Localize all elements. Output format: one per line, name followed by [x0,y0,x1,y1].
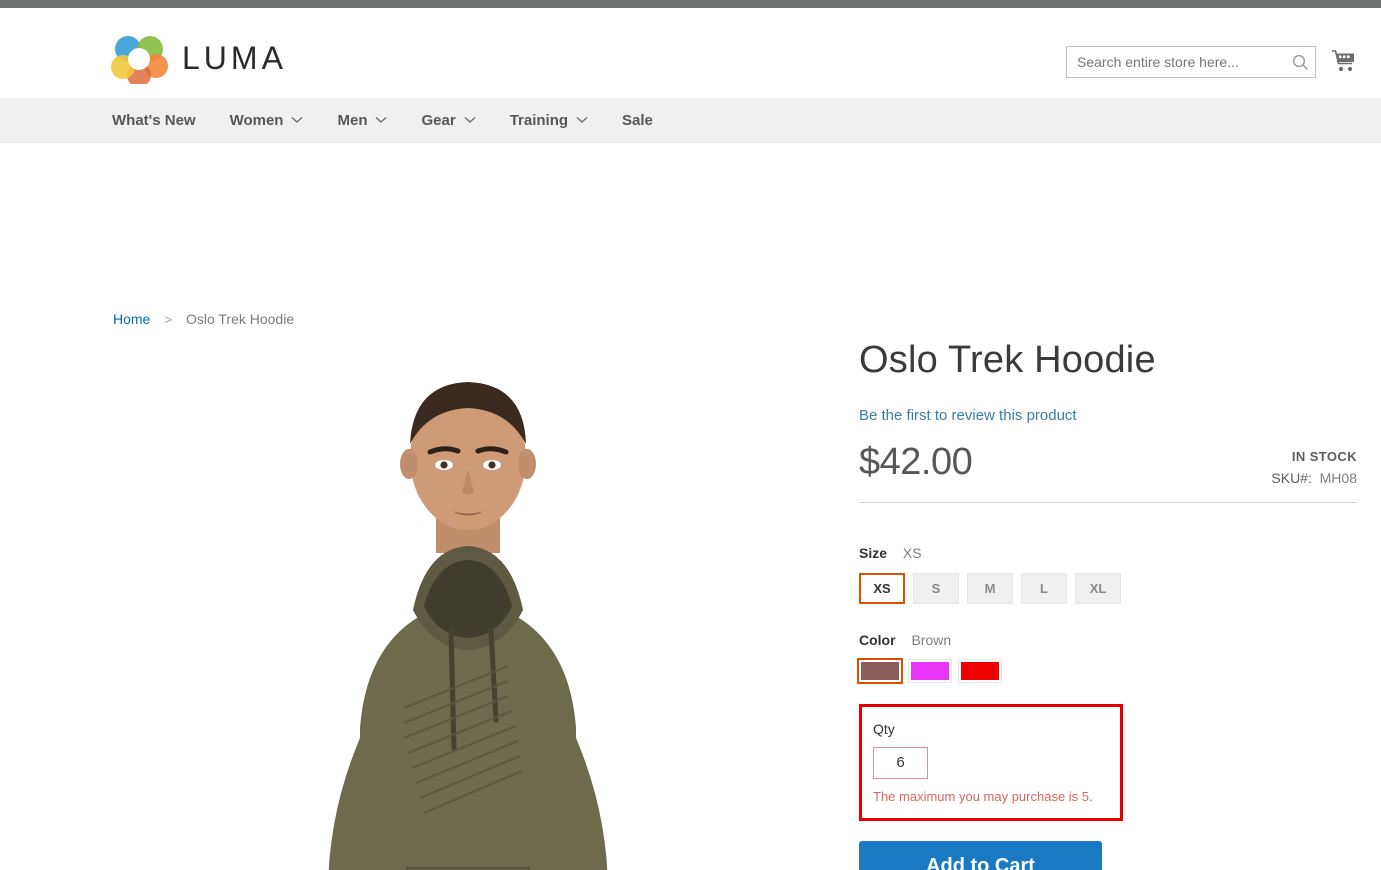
chevron-down-icon [291,116,303,124]
product-photo [208,348,728,870]
chevron-down-icon [576,116,588,124]
nav-label: What's New [112,111,196,129]
site-logo[interactable]: LUMA [110,32,287,84]
nav-item-sale[interactable]: Sale [622,112,653,129]
price-row: $42.00 IN STOCK SKU#: MH08 [859,441,1357,503]
page-title: Oslo Trek Hoodie [859,339,1156,381]
nav-item-women[interactable]: Women [230,112,304,129]
logo-wordmark: LUMA [182,39,287,76]
stock-info: IN STOCK SKU#: MH08 [1271,449,1357,486]
status-badge: IN STOCK [1291,448,1357,464]
chevron-down-icon [375,116,387,124]
main-navigation: What's New Women Men Gear Training Sale [0,98,1381,143]
search-input[interactable] [1066,46,1316,78]
nav-label: Training [509,111,569,129]
sku-value: MH08 [1319,469,1357,486]
color-option-block: Color Brown [857,632,1357,684]
search-box[interactable] [1066,46,1316,78]
color-swatch-purple[interactable] [908,658,952,683]
color-option-head: Color Brown [859,632,1357,648]
add-to-cart-button[interactable]: Add to Cart [859,840,1102,870]
product-info-panel: Oslo Trek Hoodie Be the first to review … [857,339,1357,870]
size-swatch-xs[interactable]: XS [859,572,905,604]
nav-item-gear[interactable]: Gear [421,111,476,129]
size-swatch-xl[interactable]: XL [1075,572,1121,604]
nav-label: Gear [421,111,456,129]
breadcrumb-separator-icon: > [164,311,172,327]
shopping-cart-icon[interactable] [1327,44,1361,78]
luma-logo-icon [111,36,168,84]
size-label: Size [859,544,888,561]
size-swatch-row: XS S M L XL [859,572,1357,604]
quantity-error-message: The maximum you may purchase is 5. [873,788,1093,804]
color-swatch-row [857,657,1357,684]
review-link[interactable]: Be the first to review this product [859,407,1077,424]
nav-label: Women [229,111,284,129]
size-swatch-l[interactable]: L [1021,572,1067,604]
nav-label: Sale [622,111,653,129]
quantity-input[interactable] [873,746,928,779]
search-icon[interactable] [1288,50,1312,74]
color-swatch-brown[interactable] [857,657,903,684]
color-swatch-red[interactable] [958,658,1002,683]
color-selected-value: Brown [911,631,952,648]
nav-item-whats-new[interactable]: What's New [112,112,196,129]
breadcrumb: Home > Oslo Trek Hoodie [113,311,294,327]
sku-label: SKU#: [1271,469,1312,486]
breadcrumb-current: Oslo Trek Hoodie [185,311,295,327]
size-swatch-m[interactable]: M [967,572,1013,604]
product-price: $42.00 [859,440,973,483]
size-option-block: Size XS XS S M L XL [859,545,1357,604]
product-image-gallery[interactable] [113,348,823,870]
nav-label: Men [337,111,368,129]
color-label: Color [859,631,896,648]
size-swatch-s[interactable]: S [913,572,959,604]
breadcrumb-home-link[interactable]: Home [113,311,150,327]
sku-line: SKU#: MH08 [1271,470,1357,486]
quantity-error-container: Qty The maximum you may purchase is 5. [859,703,1123,821]
quantity-label: Qty [873,720,895,737]
page-content: Home > Oslo Trek Hoodie Oslo Trek Hoodie… [0,143,1381,870]
nav-item-training[interactable]: Training [510,112,588,129]
size-selected-value: XS [902,544,922,561]
nav-item-men[interactable]: Men [337,112,387,129]
top-accent-bar [0,0,1381,8]
size-option-head: Size XS [859,545,1357,561]
chevron-down-icon [464,116,476,124]
site-header: LUMA [0,8,1381,98]
